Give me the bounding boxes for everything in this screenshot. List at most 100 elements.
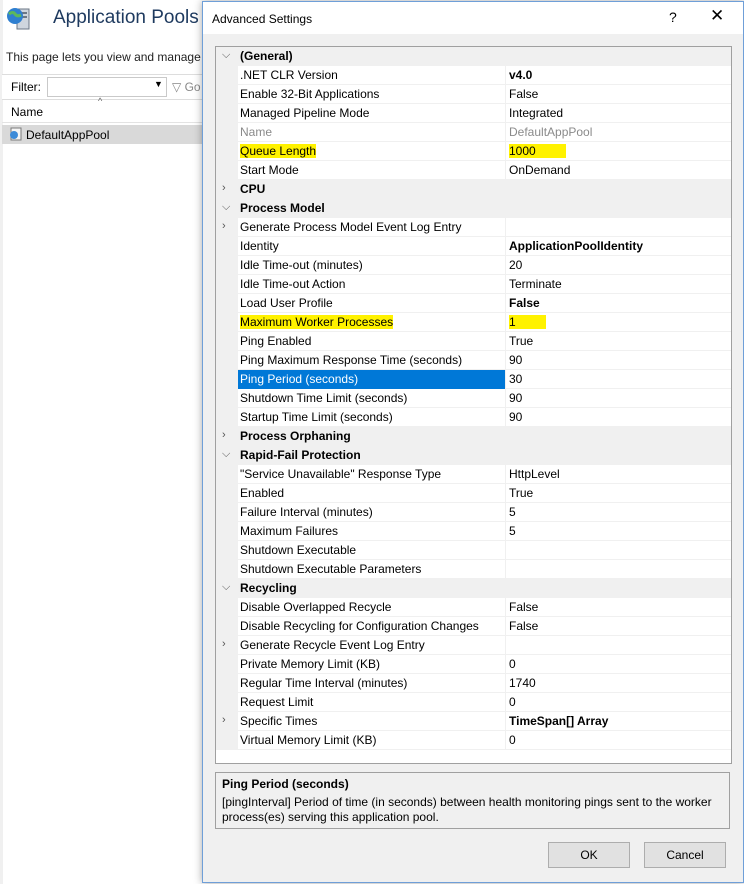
property-value[interactable]: False bbox=[509, 296, 540, 310]
property-row[interactable]: Name DefaultAppPool bbox=[216, 123, 731, 142]
property-value[interactable]: Terminate bbox=[509, 277, 562, 291]
property-value[interactable]: DefaultAppPool bbox=[509, 125, 592, 139]
property-name: Enabled bbox=[240, 486, 285, 500]
property-row[interactable]: Enable 32-Bit Applications False bbox=[216, 85, 731, 104]
category-row[interactable]: ⌵ Process Model bbox=[216, 199, 731, 218]
property-row[interactable]: Disable Recycling for Configuration Chan… bbox=[216, 617, 731, 636]
property-row[interactable]: Enabled True bbox=[216, 484, 731, 503]
category-row[interactable]: ⌵ Recycling bbox=[216, 579, 731, 598]
property-value[interactable]: v4.0 bbox=[509, 68, 532, 82]
property-row[interactable]: Ping Period (seconds) 30 bbox=[216, 370, 731, 389]
property-row[interactable]: Queue Length 1000 bbox=[216, 142, 731, 161]
property-value[interactable]: 90 bbox=[509, 353, 522, 367]
page-header: Application Pools bbox=[0, 0, 210, 40]
category-row[interactable]: ⌵ (General) bbox=[216, 47, 731, 66]
property-value[interactable]: 1000 bbox=[509, 144, 566, 158]
help-icon[interactable]: ? bbox=[669, 9, 677, 25]
property-value[interactable]: True bbox=[509, 486, 533, 500]
property-name: Disable Recycling for Configuration Chan… bbox=[240, 619, 479, 633]
filter-dropdown-icon[interactable]: ▼ bbox=[154, 79, 163, 89]
expand-chevron-down-icon[interactable]: ⌵ bbox=[222, 49, 230, 62]
property-value[interactable]: False bbox=[509, 600, 538, 614]
property-row[interactable]: › Specific Times TimeSpan[] Array bbox=[216, 712, 731, 731]
property-row[interactable]: Managed Pipeline Mode Integrated bbox=[216, 104, 731, 123]
property-value[interactable]: 30 bbox=[509, 372, 522, 386]
property-row[interactable]: Idle Time-out (minutes) 20 bbox=[216, 256, 731, 275]
column-separator bbox=[505, 598, 506, 617]
property-row[interactable]: .NET CLR Version v4.0 bbox=[216, 66, 731, 85]
property-row[interactable]: Virtual Memory Limit (KB) 0 bbox=[216, 731, 731, 750]
expand-chevron-right-icon[interactable]: › bbox=[222, 714, 226, 726]
column-header[interactable]: Name ^ bbox=[2, 96, 207, 123]
go-button[interactable]: ▽ Go bbox=[172, 80, 201, 94]
property-value[interactable]: 0 bbox=[509, 733, 516, 747]
cancel-button[interactable]: Cancel bbox=[644, 842, 726, 868]
property-row[interactable]: Identity ApplicationPoolIdentity bbox=[216, 237, 731, 256]
property-name: Shutdown Time Limit (seconds) bbox=[240, 391, 408, 405]
property-row[interactable]: Startup Time Limit (seconds) 90 bbox=[216, 408, 731, 427]
property-name: Failure Interval (minutes) bbox=[240, 505, 373, 519]
ok-button[interactable]: OK bbox=[548, 842, 630, 868]
close-icon[interactable]: ✕ bbox=[710, 6, 724, 26]
description-text: [pingInterval] Period of time (in second… bbox=[222, 795, 712, 824]
property-row[interactable]: Disable Overlapped Recycle False bbox=[216, 598, 731, 617]
property-row[interactable]: Failure Interval (minutes) 5 bbox=[216, 503, 731, 522]
property-row[interactable]: › Generate Recycle Event Log Entry bbox=[216, 636, 731, 655]
property-value[interactable]: 90 bbox=[509, 391, 522, 405]
filter-input[interactable] bbox=[47, 77, 167, 97]
property-value[interactable]: 0 bbox=[509, 695, 516, 709]
property-row[interactable]: Load User Profile False bbox=[216, 294, 731, 313]
property-value[interactable]: 0 bbox=[509, 657, 516, 671]
list-item[interactable]: DefaultAppPool bbox=[2, 125, 207, 144]
row-gutter bbox=[216, 237, 238, 256]
row-gutter bbox=[216, 408, 238, 427]
property-name: Ping Maximum Response Time (seconds) bbox=[240, 353, 463, 367]
property-row[interactable]: Shutdown Executable bbox=[216, 541, 731, 560]
property-row[interactable]: Shutdown Time Limit (seconds) 90 bbox=[216, 389, 731, 408]
dialog-titlebar[interactable]: Advanced Settings ? ✕ bbox=[203, 2, 743, 34]
property-name: Start Mode bbox=[240, 163, 299, 177]
property-value[interactable]: 90 bbox=[509, 410, 522, 424]
expand-chevron-down-icon[interactable]: ⌵ bbox=[222, 201, 230, 214]
expand-chevron-right-icon[interactable]: › bbox=[222, 182, 226, 194]
property-value[interactable]: False bbox=[509, 619, 538, 633]
property-value[interactable]: 1740 bbox=[509, 676, 536, 690]
property-row[interactable]: Start Mode OnDemand bbox=[216, 161, 731, 180]
property-value[interactable]: True bbox=[509, 334, 533, 348]
property-value[interactable]: 5 bbox=[509, 524, 516, 538]
property-value[interactable]: ApplicationPoolIdentity bbox=[509, 239, 643, 253]
property-value[interactable]: TimeSpan[] Array bbox=[509, 714, 608, 728]
property-row[interactable]: Request Limit 0 bbox=[216, 693, 731, 712]
expand-chevron-right-icon[interactable]: › bbox=[222, 638, 226, 650]
property-row[interactable]: Ping Maximum Response Time (seconds) 90 bbox=[216, 351, 731, 370]
property-value[interactable]: Integrated bbox=[509, 106, 563, 120]
property-row[interactable]: "Service Unavailable" Response Type HttpL… bbox=[216, 465, 731, 484]
property-value[interactable]: 20 bbox=[509, 258, 522, 272]
property-row[interactable]: Idle Time-out Action Terminate bbox=[216, 275, 731, 294]
property-name: Identity bbox=[240, 239, 279, 253]
property-grid[interactable]: ⌵ (General) .NET CLR Version v4.0 Enable 32-… bbox=[215, 46, 732, 764]
category-row[interactable]: › CPU bbox=[216, 180, 731, 199]
expand-chevron-down-icon[interactable]: ⌵ bbox=[222, 448, 230, 461]
property-row[interactable]: Private Memory Limit (KB) 0 bbox=[216, 655, 731, 674]
column-header-name[interactable]: Name bbox=[11, 105, 43, 119]
property-row[interactable]: Ping Enabled True bbox=[216, 332, 731, 351]
property-value[interactable]: OnDemand bbox=[509, 163, 570, 177]
property-value[interactable]: 1 bbox=[509, 315, 546, 329]
property-row[interactable]: Maximum Failures 5 bbox=[216, 522, 731, 541]
expand-chevron-right-icon[interactable]: › bbox=[222, 429, 226, 441]
property-value[interactable]: 5 bbox=[509, 505, 516, 519]
property-name: Disable Overlapped Recycle bbox=[240, 600, 392, 614]
property-row[interactable]: Shutdown Executable Parameters bbox=[216, 560, 731, 579]
category-row[interactable]: ⌵ Rapid-Fail Protection bbox=[216, 446, 731, 465]
property-value[interactable]: False bbox=[509, 87, 538, 101]
property-row[interactable]: › Generate Process Model Event Log Entry bbox=[216, 218, 731, 237]
column-separator bbox=[505, 617, 506, 636]
row-gutter bbox=[216, 655, 238, 674]
property-value[interactable]: HttpLevel bbox=[509, 467, 560, 481]
property-row[interactable]: Regular Time Interval (minutes) 1740 bbox=[216, 674, 731, 693]
category-row[interactable]: › Process Orphaning bbox=[216, 427, 731, 446]
property-row[interactable]: Maximum Worker Processes 1 bbox=[216, 313, 731, 332]
expand-chevron-down-icon[interactable]: ⌵ bbox=[222, 581, 230, 594]
expand-chevron-right-icon[interactable]: › bbox=[222, 220, 226, 232]
